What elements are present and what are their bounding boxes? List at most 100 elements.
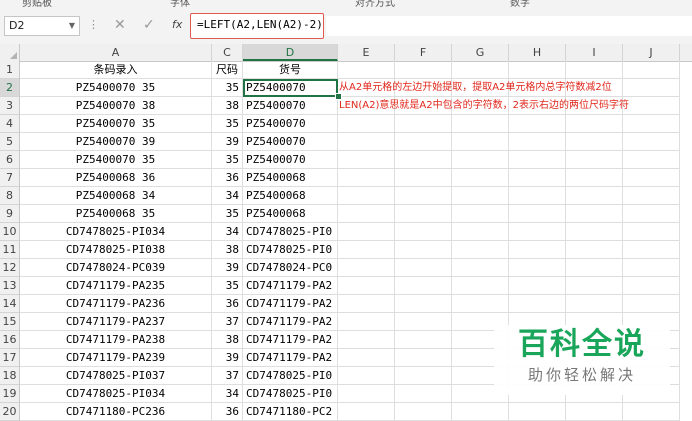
cell[interactable]: [623, 223, 680, 241]
barcode-cell[interactable]: CD7471179-PA239: [20, 349, 212, 367]
cell[interactable]: [338, 331, 395, 349]
cell[interactable]: [623, 259, 680, 277]
item-number-cell[interactable]: CD7478025-PI0: [243, 223, 338, 241]
header-cell-size[interactable]: 尺码: [212, 61, 243, 79]
column-header-f[interactable]: F: [395, 44, 452, 61]
size-cell[interactable]: 36: [212, 295, 243, 313]
cell[interactable]: [338, 367, 395, 385]
cell[interactable]: [509, 277, 566, 295]
cell[interactable]: [338, 61, 395, 79]
item-number-cell[interactable]: PZ5400070: [243, 151, 338, 169]
item-number-cell[interactable]: PZ5400068: [243, 169, 338, 187]
formula-input[interactable]: =LEFT(A2,LEN(A2)-2): [190, 13, 324, 39]
cell[interactable]: [338, 187, 395, 205]
cell[interactable]: [509, 151, 566, 169]
barcode-cell[interactable]: PZ5400070 35: [20, 79, 212, 97]
size-cell[interactable]: 37: [212, 367, 243, 385]
item-number-cell[interactable]: CD7478025-PI0: [243, 241, 338, 259]
cell[interactable]: [509, 133, 566, 151]
cell[interactable]: [509, 403, 566, 421]
item-number-cell[interactable]: CD7471179-PA2: [243, 295, 338, 313]
cell[interactable]: [395, 187, 452, 205]
cell[interactable]: [395, 331, 452, 349]
row-header[interactable]: 7: [0, 169, 20, 187]
row-header[interactable]: 12: [0, 259, 20, 277]
cell[interactable]: [395, 349, 452, 367]
cell[interactable]: [509, 61, 566, 79]
cell[interactable]: [395, 241, 452, 259]
cell[interactable]: [452, 241, 509, 259]
cell[interactable]: [395, 133, 452, 151]
enter-icon[interactable]: ✓: [143, 17, 155, 33]
cell[interactable]: [395, 295, 452, 313]
formula-bar-area[interactable]: [326, 16, 692, 36]
cell[interactable]: [338, 403, 395, 421]
cell[interactable]: [338, 205, 395, 223]
row-header[interactable]: 6: [0, 151, 20, 169]
barcode-cell[interactable]: CD7478025-PI034: [20, 385, 212, 403]
item-number-cell[interactable]: CD7471180-PC2: [243, 403, 338, 421]
row-header[interactable]: 16: [0, 331, 20, 349]
barcode-cell[interactable]: PZ5400068 36: [20, 169, 212, 187]
barcode-cell[interactable]: CD7471179-PA237: [20, 313, 212, 331]
drag-handle-icon[interactable]: ⋮: [88, 18, 99, 31]
cell[interactable]: [566, 277, 623, 295]
cell[interactable]: [338, 295, 395, 313]
cell[interactable]: [623, 79, 680, 97]
select-all-button[interactable]: [0, 44, 20, 61]
barcode-cell[interactable]: CD7471179-PA236: [20, 295, 212, 313]
cell[interactable]: [566, 241, 623, 259]
size-cell[interactable]: 35: [212, 205, 243, 223]
size-cell[interactable]: 39: [212, 259, 243, 277]
cell[interactable]: [395, 205, 452, 223]
chevron-down-icon[interactable]: ▼: [69, 17, 75, 35]
size-cell[interactable]: 38: [212, 97, 243, 115]
cell[interactable]: [452, 115, 509, 133]
header-cell-barcode[interactable]: 条码录入: [20, 61, 212, 79]
barcode-cell[interactable]: CD7478025-PI038: [20, 241, 212, 259]
cell[interactable]: [338, 151, 395, 169]
cell[interactable]: [338, 385, 395, 403]
cell[interactable]: [452, 61, 509, 79]
barcode-cell[interactable]: PZ5400070 39: [20, 133, 212, 151]
cell[interactable]: [623, 205, 680, 223]
cell[interactable]: [509, 259, 566, 277]
size-cell[interactable]: 34: [212, 385, 243, 403]
cell[interactable]: [566, 151, 623, 169]
cell[interactable]: [566, 403, 623, 421]
row-header[interactable]: 13: [0, 277, 20, 295]
cell[interactable]: [566, 61, 623, 79]
row-header[interactable]: 18: [0, 367, 20, 385]
row-header[interactable]: 5: [0, 133, 20, 151]
column-header-i[interactable]: I: [566, 44, 623, 61]
cell[interactable]: [509, 223, 566, 241]
barcode-cell[interactable]: CD7478024-PC039: [20, 259, 212, 277]
cell[interactable]: [509, 169, 566, 187]
cancel-icon[interactable]: ✕: [114, 17, 126, 33]
cell[interactable]: [452, 169, 509, 187]
cell[interactable]: [338, 349, 395, 367]
cell[interactable]: [452, 277, 509, 295]
item-number-cell[interactable]: PZ5400070: [243, 97, 338, 115]
cell[interactable]: [623, 61, 680, 79]
cell[interactable]: [566, 115, 623, 133]
cell[interactable]: [509, 241, 566, 259]
size-cell[interactable]: 38: [212, 331, 243, 349]
item-number-cell[interactable]: PZ5400068: [243, 205, 338, 223]
cell[interactable]: [566, 133, 623, 151]
size-cell[interactable]: 35: [212, 151, 243, 169]
cell[interactable]: [395, 169, 452, 187]
barcode-cell[interactable]: PZ5400070 38: [20, 97, 212, 115]
column-header-e[interactable]: E: [338, 44, 395, 61]
cell[interactable]: [338, 223, 395, 241]
column-header-a[interactable]: A: [20, 44, 212, 61]
barcode-cell[interactable]: PZ5400068 35: [20, 205, 212, 223]
size-cell[interactable]: 39: [212, 349, 243, 367]
cell[interactable]: [338, 133, 395, 151]
item-number-cell[interactable]: CD7478025-PI0: [243, 385, 338, 403]
row-header[interactable]: 11: [0, 241, 20, 259]
cell[interactable]: [452, 205, 509, 223]
cell[interactable]: [395, 61, 452, 79]
active-cell[interactable]: PZ5400070: [243, 79, 338, 97]
size-cell[interactable]: 36: [212, 169, 243, 187]
